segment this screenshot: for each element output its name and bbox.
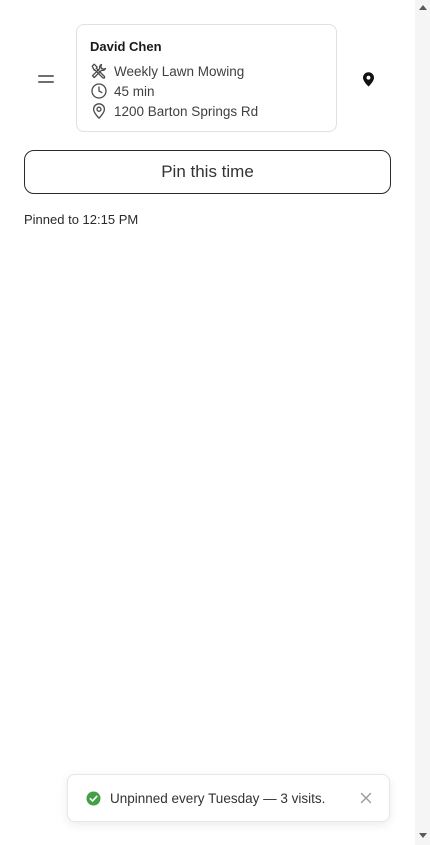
- toast-message: Unpinned every Tuesday — 3 visits.: [110, 791, 326, 806]
- pinned-status-text: Pinned to 12:15 PM: [24, 212, 139, 227]
- tools-icon: [91, 63, 107, 79]
- customer-name: David Chen: [90, 39, 162, 54]
- close-icon[interactable]: [359, 791, 373, 805]
- visit-card[interactable]: David Chen Weekly Lawn Mowing 45 min 120…: [76, 24, 337, 132]
- pin-this-time-button[interactable]: Pin this time: [24, 150, 391, 194]
- service-name: Weekly Lawn Mowing: [114, 63, 245, 79]
- service-row: Weekly Lawn Mowing: [90, 62, 244, 80]
- vertical-scrollbar[interactable]: [415, 0, 430, 845]
- check-circle-icon: [86, 791, 101, 806]
- toast-notification: Unpinned every Tuesday — 3 visits.: [67, 774, 390, 822]
- visit-address: 1200 Barton Springs Rd: [114, 103, 259, 119]
- drag-handle-icon[interactable]: [38, 73, 54, 85]
- address-row: 1200 Barton Springs Rd: [90, 102, 258, 120]
- visit-duration: 45 min: [114, 83, 155, 99]
- duration-row: 45 min: [90, 82, 155, 100]
- clock-icon: [91, 83, 107, 99]
- scroll-up-arrow-icon[interactable]: [419, 5, 427, 10]
- map-pin-icon[interactable]: [362, 72, 375, 87]
- drag-handle-line: [38, 75, 54, 77]
- location-pin-icon: [92, 103, 106, 119]
- drag-handle-line: [38, 81, 54, 83]
- scroll-down-arrow-icon[interactable]: [419, 833, 427, 838]
